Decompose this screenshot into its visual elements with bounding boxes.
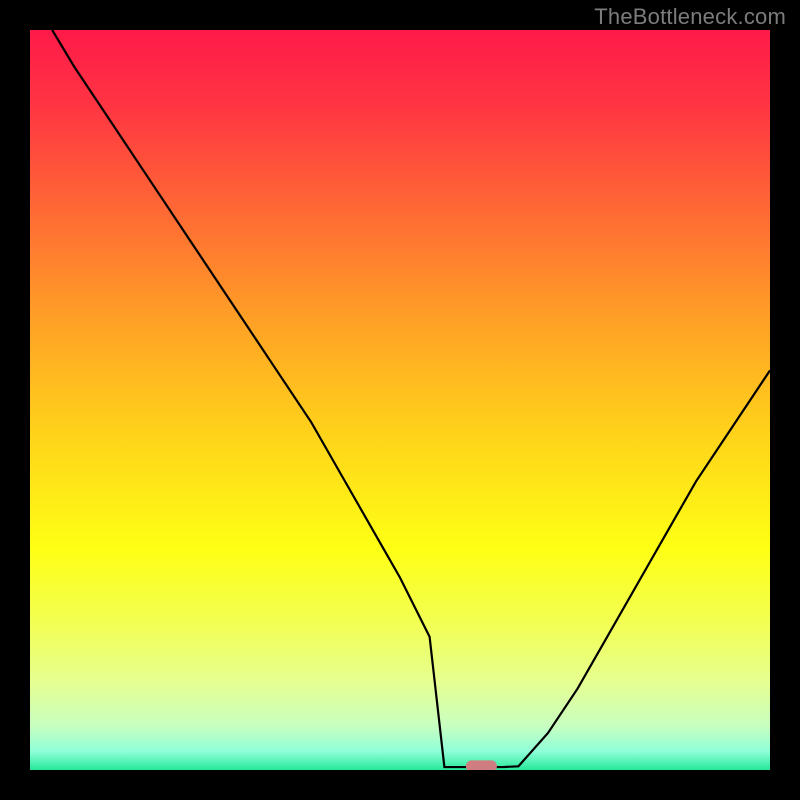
gradient-background [30,30,770,770]
optimal-marker [466,760,497,770]
chart-container: TheBottleneck.com [0,0,800,800]
plot-area [30,30,770,770]
chart-svg [30,30,770,770]
attribution-watermark: TheBottleneck.com [594,4,786,30]
